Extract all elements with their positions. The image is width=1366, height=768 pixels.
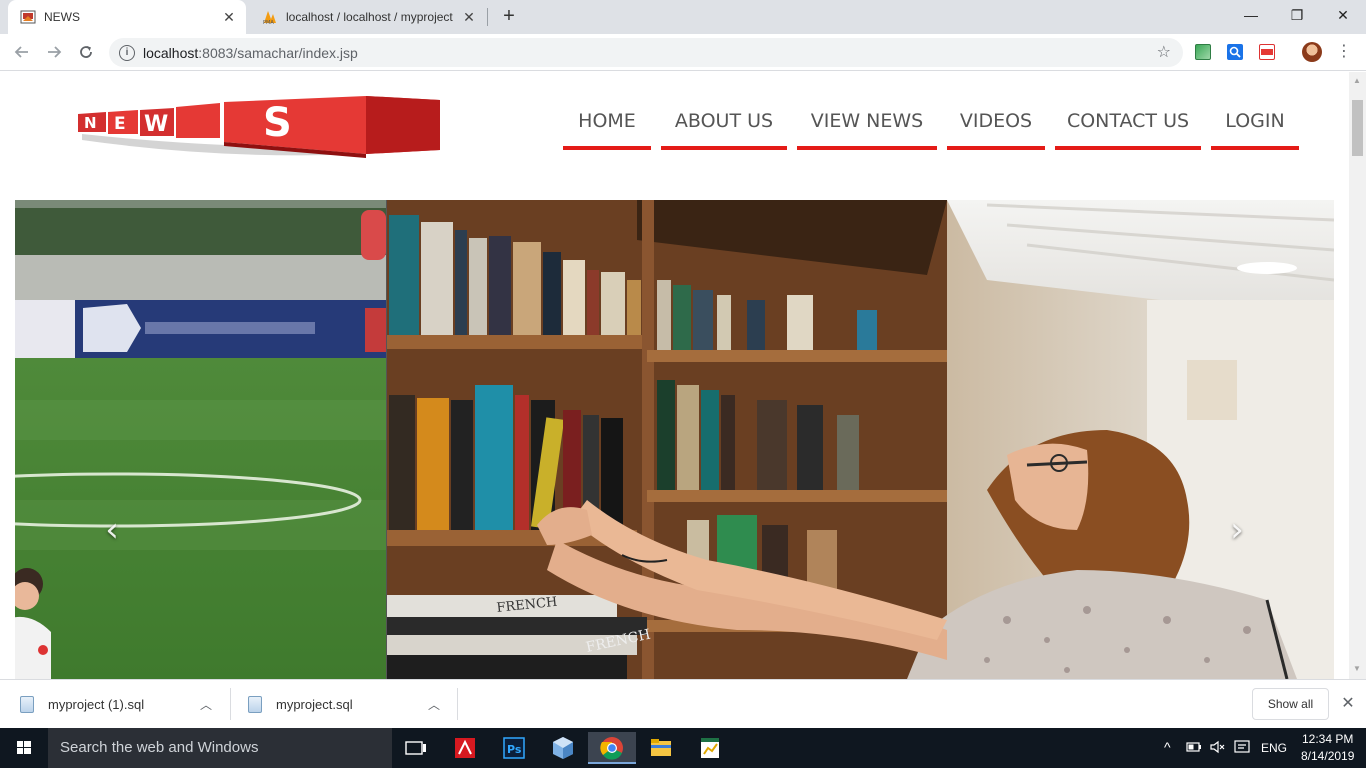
address-bar[interactable]: i localhost:8083/samachar/index.jsp ☆	[109, 38, 1183, 67]
url-path: :8083/samachar/index.jsp	[198, 44, 358, 61]
carousel-slide-football-field	[15, 200, 386, 679]
sql-file-icon	[248, 695, 262, 713]
3d-box-icon[interactable]	[539, 732, 587, 764]
close-icon[interactable]: ✕	[1338, 694, 1358, 714]
tab-phpmyadmin[interactable]: PMA localhost / localhost / myproject ✕	[250, 0, 486, 34]
windows-logo-icon	[17, 741, 31, 754]
download-separator	[230, 688, 231, 720]
svg-text:W: W	[144, 112, 168, 137]
clock-time[interactable]: 12:34 PM	[1302, 732, 1353, 746]
minimize-button[interactable]: —	[1228, 0, 1274, 30]
show-all-button[interactable]: Show all	[1252, 688, 1329, 720]
arrow-left-icon	[14, 46, 28, 58]
info-icon[interactable]: i	[119, 44, 135, 61]
nav-home[interactable]: HOME	[563, 96, 651, 150]
extension-search-icon[interactable]	[1227, 44, 1243, 60]
tab-close-icon[interactable]: ✕	[460, 8, 478, 26]
browser-tab-strip: NEWS ✕ PMA localhost / localhost / mypro…	[0, 0, 1366, 34]
tab-close-icon[interactable]: ✕	[220, 8, 238, 26]
new-tab-button[interactable]: +	[498, 6, 520, 28]
chevron-up-icon[interactable]: ︿	[428, 696, 440, 713]
nav-view-news[interactable]: VIEW NEWS	[797, 96, 937, 150]
carousel-slide-library: FRENCH FRENCH	[387, 200, 1334, 679]
svg-text:Ps: Ps	[507, 743, 522, 756]
battery-icon[interactable]	[1186, 740, 1202, 757]
extension-green-icon[interactable]	[1195, 44, 1211, 60]
tab-separator	[487, 8, 488, 26]
tab-title: NEWS	[44, 10, 80, 24]
close-window-button[interactable]: ✕	[1320, 0, 1366, 30]
tab-title: localhost / localhost / myproject	[286, 10, 453, 24]
scrollbar-thumb[interactable]	[1352, 100, 1363, 156]
reload-icon	[80, 46, 92, 58]
maximize-button[interactable]: ❐	[1274, 0, 1320, 30]
browser-toolbar: i localhost:8083/samachar/index.jsp ☆ ⋮	[0, 34, 1366, 71]
carousel-prev-button[interactable]: ‹	[97, 510, 127, 550]
scroll-up-icon[interactable]: ▲	[1353, 76, 1361, 85]
file-explorer-icon[interactable]	[637, 732, 685, 764]
svg-text:E: E	[114, 114, 126, 134]
photoshop-icon[interactable]: Ps	[490, 732, 538, 764]
chevron-up-icon[interactable]: ︿	[200, 696, 212, 713]
volume-muted-icon[interactable]	[1209, 740, 1225, 757]
nav-contact-us[interactable]: CONTACT US	[1055, 96, 1201, 150]
nav-videos[interactable]: VIDEOS	[947, 96, 1045, 150]
download-bar: myproject (1).sql ︿ myproject.sql ︿ Show…	[0, 679, 1366, 728]
page-viewport: N E W S HOME ABOUT US VIEW NEWS VIDEOS C…	[0, 72, 1349, 679]
action-center-icon[interactable]	[1234, 740, 1250, 757]
extension-pdf-icon[interactable]	[1259, 44, 1275, 60]
three-dots-icon[interactable]: ⋮	[1336, 42, 1352, 62]
download-separator	[457, 688, 458, 720]
task-view-icon[interactable]	[392, 732, 440, 764]
download-filename: myproject (1).sql	[48, 696, 145, 712]
image-carousel: FRENCH FRENCH ‹ ›	[15, 200, 1334, 679]
url-host: localhost	[143, 44, 199, 61]
taskbar-search-box[interactable]: Search the web and Windows	[48, 728, 392, 768]
scroll-down-icon[interactable]: ▼	[1353, 664, 1361, 673]
tab-news[interactable]: NEWS ✕	[8, 0, 246, 34]
start-button[interactable]	[0, 728, 48, 768]
reload-button[interactable]	[74, 40, 98, 64]
page-scrollbar[interactable]: ▲ ▼	[1349, 72, 1366, 679]
arrow-right-icon	[48, 46, 62, 58]
spreadsheet-icon[interactable]	[686, 732, 734, 764]
download-item[interactable]: myproject (1).sql ︿	[20, 680, 220, 728]
carousel-next-button[interactable]: ›	[1222, 510, 1252, 550]
site-logo[interactable]: N E W S	[74, 94, 442, 158]
news-favicon-icon	[20, 9, 36, 25]
windows-taskbar: Search the web and Windows Ps ^ ENG 12:3…	[0, 728, 1366, 768]
back-button[interactable]	[10, 40, 34, 64]
nav-about-us[interactable]: ABOUT US	[661, 96, 787, 150]
phpmyadmin-favicon-icon: PMA	[262, 9, 278, 26]
star-icon[interactable]: ☆	[1157, 42, 1171, 62]
forward-button[interactable]	[42, 40, 66, 64]
svg-text:N: N	[84, 114, 97, 132]
adobe-acrobat-icon[interactable]	[441, 732, 489, 764]
sql-file-icon	[20, 695, 34, 713]
language-indicator[interactable]: ENG	[1261, 741, 1287, 755]
tray-overflow-icon[interactable]: ^	[1164, 739, 1171, 755]
svg-text:PMA: PMA	[263, 20, 274, 25]
download-item[interactable]: myproject.sql ︿	[248, 680, 448, 728]
chrome-icon[interactable]	[588, 732, 636, 764]
profile-avatar[interactable]	[1302, 42, 1322, 62]
clock-date[interactable]: 8/14/2019	[1301, 749, 1354, 763]
svg-text:S: S	[263, 100, 292, 146]
download-filename: myproject.sql	[276, 696, 353, 712]
nav-login[interactable]: LOGIN	[1211, 96, 1299, 150]
